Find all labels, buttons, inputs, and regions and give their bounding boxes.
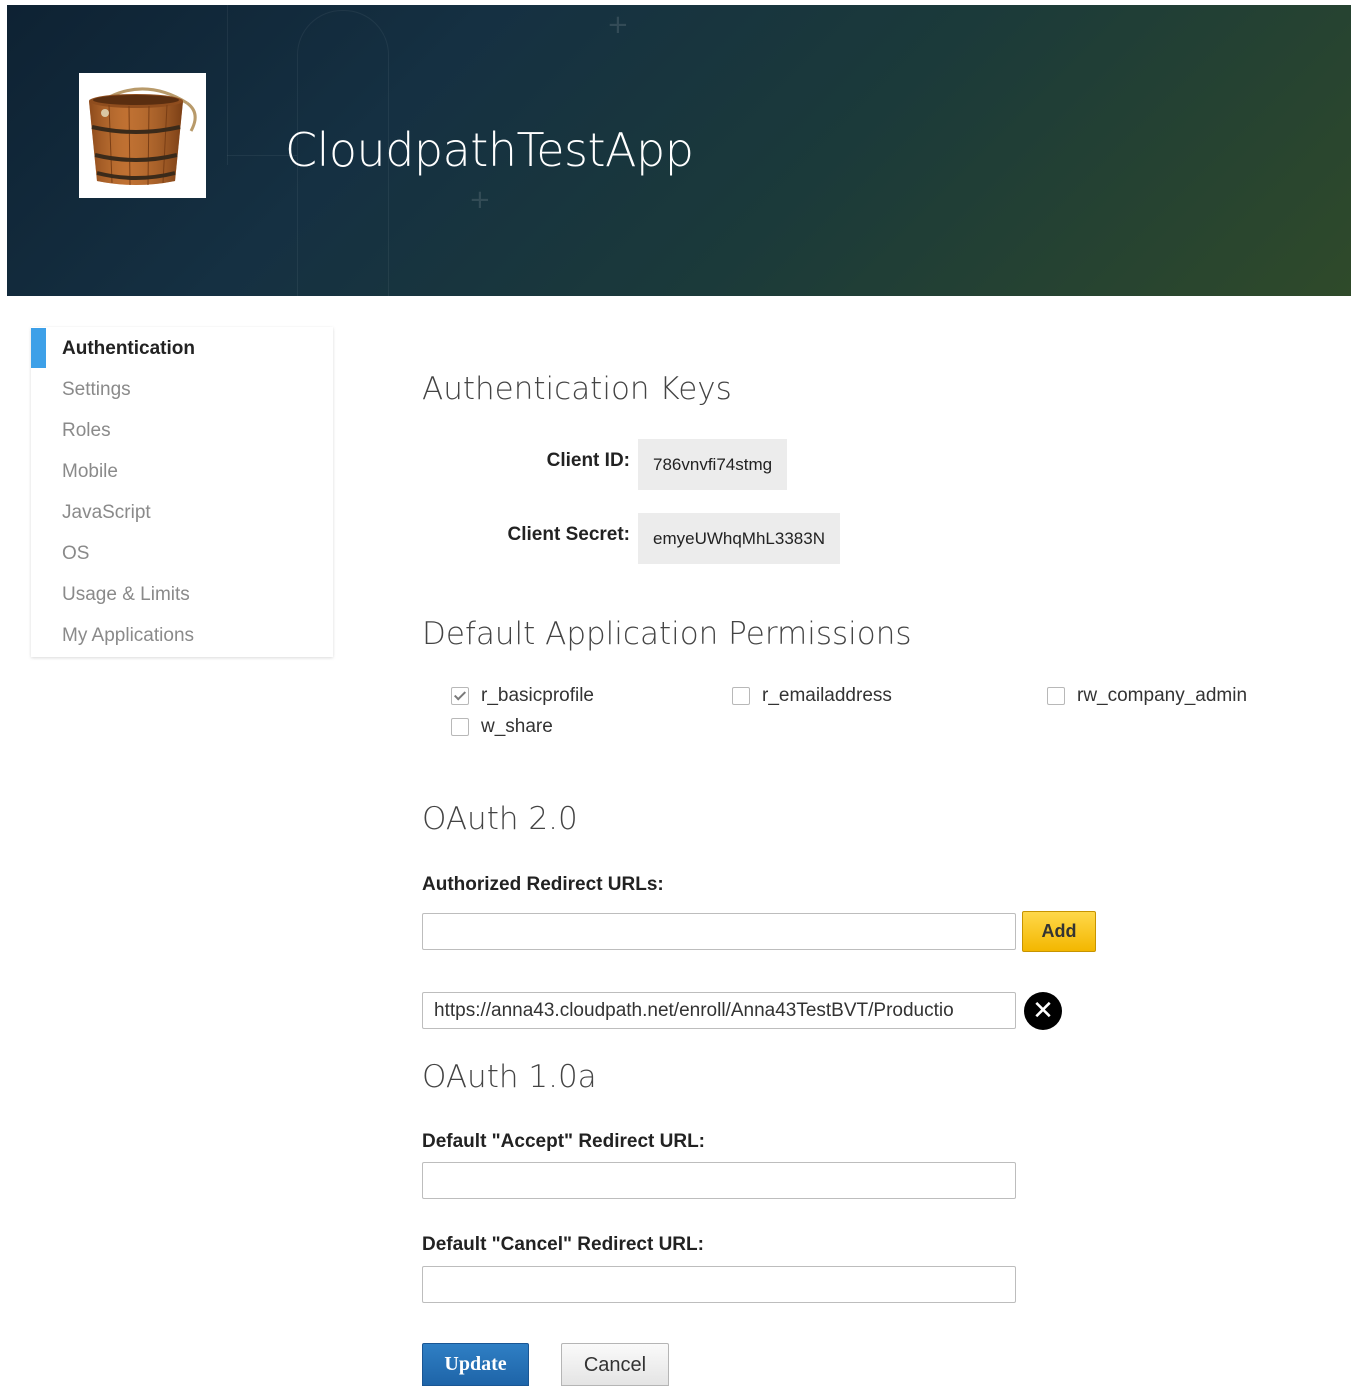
permission-r-basicprofile[interactable]: r_basicprofile [451, 685, 594, 707]
add-url-button[interactable]: Add [1022, 911, 1096, 952]
checkbox[interactable] [732, 687, 750, 705]
sidebar-item-os[interactable]: OS [62, 539, 89, 569]
client-secret-value: emyeUWhqMhL3383N [638, 513, 840, 564]
sidebar-item-javascript[interactable]: JavaScript [62, 498, 151, 528]
app-title: CloudpathTestApp [285, 123, 694, 177]
permission-label: r_basicprofile [481, 685, 594, 706]
oauth2-heading: OAuth 2.0 [422, 801, 578, 837]
client-secret-label: Client Secret: [507, 524, 630, 545]
client-id-value: 786vnvfi74stmg [638, 439, 788, 490]
checkbox-checked[interactable] [451, 687, 469, 705]
permission-label: w_share [481, 716, 553, 737]
accept-redirect-label: Default "Accept" Redirect URL: [422, 1131, 706, 1152]
sidebar-nav: Authentication Settings Roles Mobile Jav… [31, 327, 333, 657]
sidebar-item-my-applications[interactable]: My Applications [62, 621, 194, 651]
permissions-heading: Default Application Permissions [422, 616, 912, 652]
cancel-redirect-label: Default "Cancel" Redirect URL: [422, 1234, 704, 1255]
banner-decoration: + [607, 10, 629, 40]
banner-decoration [227, 5, 228, 165]
redirect-url-entry: https://anna43.cloudpath.net/enroll/Anna… [422, 992, 1016, 1029]
checkbox[interactable] [451, 718, 469, 736]
permission-rw-company-admin[interactable]: rw_company_admin [1047, 685, 1247, 707]
accept-redirect-input[interactable] [422, 1162, 1016, 1199]
redirect-urls-label: Authorized Redirect URLs: [422, 874, 664, 895]
permission-w-share[interactable]: w_share [451, 716, 553, 738]
permission-label: r_emailaddress [762, 685, 892, 706]
banner-decoration: + [469, 185, 491, 215]
app-header-banner: + + CloudpathTestApp [7, 5, 1351, 296]
update-button[interactable]: Update [422, 1343, 529, 1386]
redirect-url-input[interactable] [422, 913, 1016, 950]
page: + + CloudpathTestApp Authentication Sett… [0, 0, 1354, 1386]
oauth1-heading: OAuth 1.0a [422, 1059, 597, 1095]
cancel-redirect-input[interactable] [422, 1266, 1016, 1303]
sidebar-item-roles[interactable]: Roles [62, 416, 111, 446]
checkbox[interactable] [1047, 687, 1065, 705]
remove-url-icon[interactable]: ✕ [1024, 992, 1062, 1030]
sidebar-item-settings[interactable]: Settings [62, 375, 131, 405]
permission-r-emailaddress[interactable]: r_emailaddress [732, 685, 892, 707]
app-logo [79, 73, 206, 198]
sidebar-item-authentication[interactable]: Authentication [62, 334, 195, 364]
bucket-icon [89, 87, 197, 186]
sidebar-item-usage-limits[interactable]: Usage & Limits [62, 580, 190, 610]
client-id-label: Client ID: [546, 450, 630, 471]
auth-keys-heading: Authentication Keys [422, 371, 732, 407]
cancel-button[interactable]: Cancel [561, 1343, 669, 1386]
active-indicator [31, 328, 46, 368]
permission-label: rw_company_admin [1077, 685, 1248, 706]
sidebar-item-mobile[interactable]: Mobile [62, 457, 118, 487]
